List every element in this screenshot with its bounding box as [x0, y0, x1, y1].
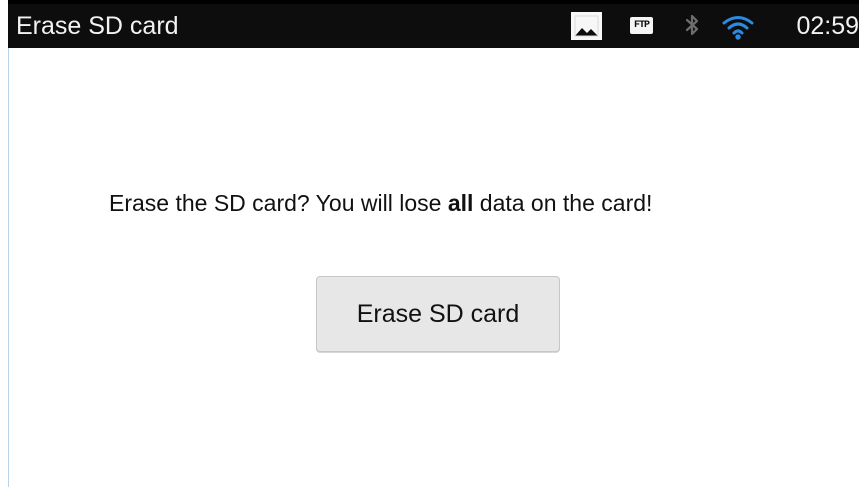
warning-message-end: data on the card!	[473, 190, 653, 216]
left-window-edge	[8, 48, 9, 487]
ftp-icon-label: FTP	[633, 20, 650, 31]
erase-warning-message: Erase the SD card? You will lose all dat…	[109, 188, 779, 218]
warning-message-start: Erase the SD card? You will lose	[109, 190, 448, 216]
bluetooth-icon	[681, 12, 703, 40]
window-title: Erase SD card	[16, 12, 179, 40]
erase-sd-card-screen: Erase SD card FTP 02:59 Erase the SD car…	[0, 0, 859, 487]
status-bar: Erase SD card FTP 02:59	[8, 0, 859, 48]
status-icons: FTP 02:59	[569, 4, 859, 48]
ftp-icon: FTP	[630, 17, 653, 34]
image-icon	[571, 12, 602, 40]
warning-message-emphasis: all	[447, 190, 474, 216]
wifi-icon	[721, 13, 755, 41]
erase-sd-card-button[interactable]: Erase SD card	[316, 276, 560, 352]
status-time: 02:59	[796, 12, 859, 40]
